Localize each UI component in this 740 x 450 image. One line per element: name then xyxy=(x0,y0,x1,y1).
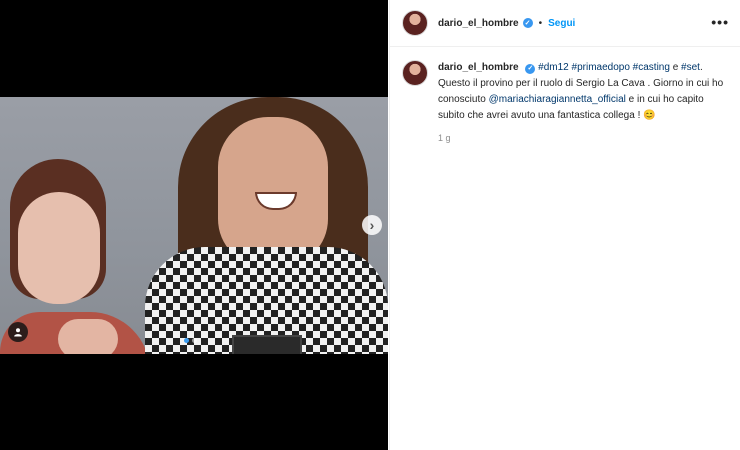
mention-link[interactable]: @mariachiaragiannetta_official xyxy=(489,94,626,105)
post-details-panel: dario_el_hombre ✓ • Segui ••• dario_el_h… xyxy=(389,0,740,450)
chevron-right-icon: › xyxy=(369,217,375,233)
more-options-icon[interactable]: ••• xyxy=(711,15,729,29)
carousel-indicator xyxy=(184,338,197,343)
carousel-dot-active xyxy=(184,338,189,343)
post-header: dario_el_hombre ✓ • Segui ••• xyxy=(390,0,740,47)
user-tag-button[interactable] xyxy=(8,322,28,342)
hashtag-set[interactable]: #set xyxy=(681,62,700,73)
post-photo[interactable] xyxy=(0,97,388,354)
caption-verified-icon: ✓ xyxy=(525,63,536,74)
next-button[interactable]: › xyxy=(362,215,382,235)
hashtag-dm12[interactable]: #dm12 xyxy=(538,62,569,73)
woman-hand xyxy=(58,319,118,354)
user-tag-icon xyxy=(14,328,22,337)
caption-body: dario_el_hombre ✓ #dm12 #primaedopo #cas… xyxy=(438,60,728,146)
caption-username[interactable]: dario_el_hombre xyxy=(438,62,519,73)
caption-comment: dario_el_hombre ✓ #dm12 #primaedopo #cas… xyxy=(402,60,728,146)
separator-bullet: • xyxy=(538,17,543,29)
follow-button[interactable]: Segui xyxy=(548,18,575,29)
phone-in-hand xyxy=(232,335,302,354)
avatar[interactable] xyxy=(402,10,428,36)
post-timestamp[interactable]: 1 g xyxy=(438,130,728,146)
hashtag-casting[interactable]: #casting xyxy=(633,62,670,73)
carousel-dot xyxy=(192,338,197,343)
caption-avatar[interactable] xyxy=(402,60,428,86)
media-viewer: › xyxy=(0,0,388,450)
hashtag-primaedopo[interactable]: #primaedopo xyxy=(572,62,630,73)
verified-icon: ✓ xyxy=(522,18,533,28)
smile-emoji-icon: 😊 xyxy=(643,110,656,121)
caption-connector: e xyxy=(672,62,679,73)
header-username[interactable]: dario_el_hombre xyxy=(438,18,519,29)
woman-face xyxy=(18,192,100,304)
